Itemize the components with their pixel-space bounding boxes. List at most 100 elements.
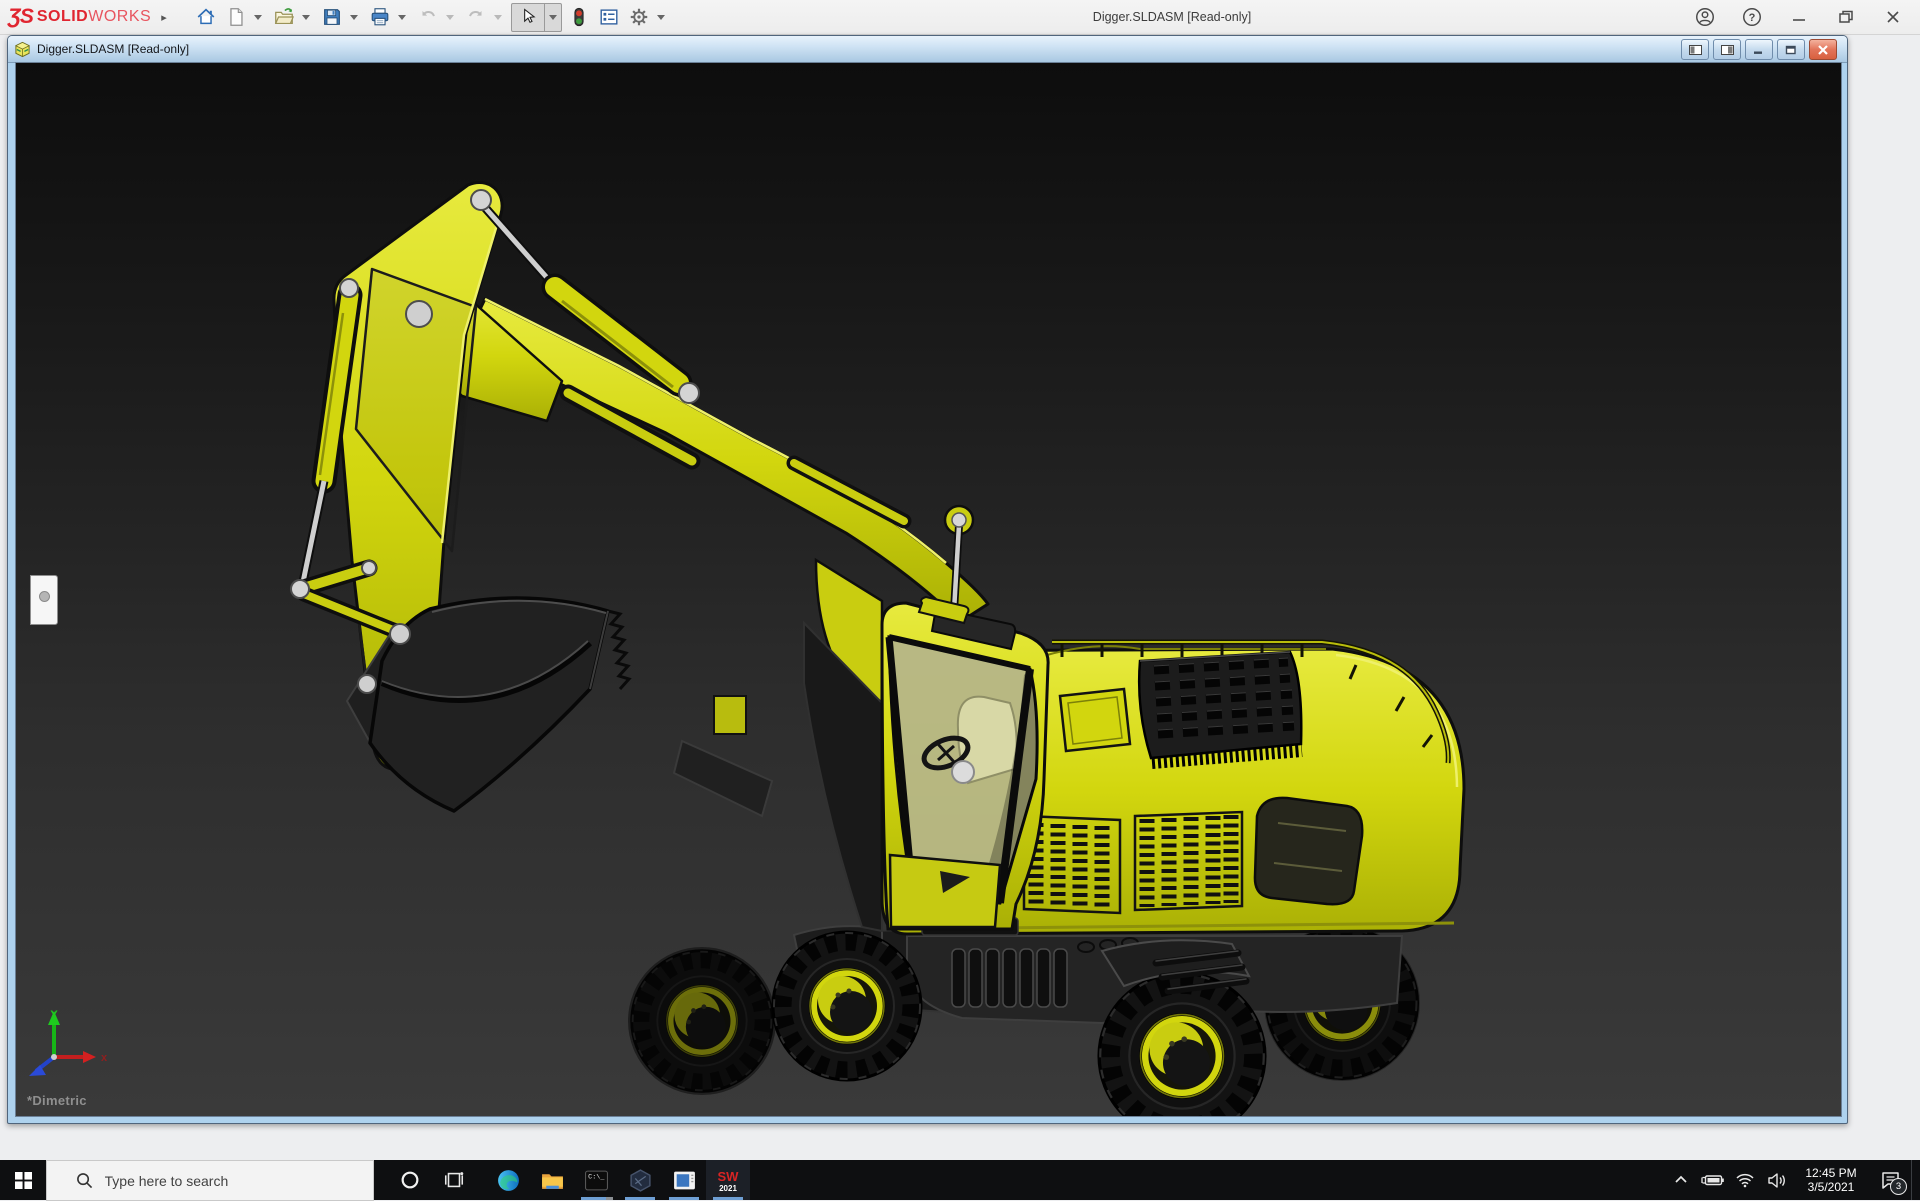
- taskbar-solidworks[interactable]: SW 2021: [706, 1160, 750, 1200]
- document-titlebar[interactable]: Digger.SLDASM [Read-only]: [8, 36, 1847, 63]
- taskbar-file-explorer[interactable]: [530, 1160, 574, 1200]
- search-icon: [76, 1172, 93, 1189]
- redo-dropdown: [494, 15, 502, 20]
- file-explorer-icon: [540, 1168, 565, 1193]
- battery-status[interactable]: [1697, 1160, 1729, 1200]
- undo-button[interactable]: [415, 4, 441, 30]
- solidworks-logo: ƷS SOLID WORKS ▸: [8, 5, 167, 29]
- command-prompt-icon: C:\_: [584, 1168, 609, 1193]
- pane-right-button[interactable]: [1713, 39, 1741, 60]
- home-button[interactable]: [193, 4, 219, 30]
- open-dropdown[interactable]: [302, 15, 310, 20]
- taskbar-window-app[interactable]: [662, 1160, 706, 1200]
- pane-left-icon: [1689, 45, 1702, 55]
- close-button[interactable]: [1880, 4, 1906, 30]
- doc-minimize-button[interactable]: [1745, 39, 1773, 60]
- options-dropdown[interactable]: [657, 15, 665, 20]
- show-desktop-button[interactable]: [1911, 1160, 1920, 1200]
- triad-x-label: x: [101, 1052, 108, 1064]
- redo-button[interactable]: [463, 4, 489, 30]
- cortana-button[interactable]: [388, 1160, 432, 1200]
- hexagon-app-icon: [628, 1168, 653, 1193]
- svg-text:2021: 2021: [719, 1184, 737, 1193]
- new-document-button[interactable]: [223, 4, 249, 30]
- brand-text-solid: SOLID: [37, 8, 88, 26]
- doc-close-button[interactable]: [1809, 39, 1837, 60]
- minimize-icon: [1790, 8, 1808, 26]
- minimize-button[interactable]: [1786, 4, 1812, 30]
- taskbar-command-prompt[interactable]: C:\_: [574, 1160, 618, 1200]
- chevron-up-icon: [1673, 1172, 1689, 1188]
- select-arrow-icon: [518, 7, 538, 27]
- wheel-front-near: [773, 932, 921, 1080]
- save-floppy-icon: [321, 6, 343, 28]
- pane-right-icon: [1721, 45, 1734, 55]
- wheel-rear-near: [1099, 973, 1265, 1116]
- battery-charging-icon: [1701, 1172, 1725, 1188]
- save-dropdown[interactable]: [350, 15, 358, 20]
- search-input[interactable]: [103, 1172, 357, 1190]
- brand-text-works: WORKS: [88, 8, 151, 26]
- hidden-icons-button[interactable]: [1665, 1160, 1697, 1200]
- print-button[interactable]: [367, 4, 393, 30]
- wifi-status[interactable]: [1729, 1160, 1761, 1200]
- pane-left-button[interactable]: [1681, 39, 1709, 60]
- display-pane-button[interactable]: [596, 4, 622, 30]
- doc-restore-icon: [1785, 45, 1797, 55]
- taskbar-edge[interactable]: [486, 1160, 530, 1200]
- select-tool-dropdown[interactable]: [544, 4, 561, 31]
- menu-flyout-arrow-icon[interactable]: ▸: [161, 11, 167, 24]
- new-document-icon: [225, 6, 247, 28]
- window-app-icon: [672, 1168, 697, 1193]
- print-dropdown[interactable]: [398, 15, 406, 20]
- taskbar-search[interactable]: [46, 1160, 374, 1201]
- svg-text:SW: SW: [718, 1169, 740, 1184]
- clock-time: 12:45 PM: [1797, 1166, 1865, 1180]
- selection-stoplight-button[interactable]: [566, 4, 592, 30]
- app-titlebar: ƷS SOLID WORKS ▸: [0, 0, 1920, 35]
- window-title: Digger.SLDASM [Read-only]: [1093, 0, 1251, 34]
- restore-button[interactable]: [1833, 4, 1859, 30]
- windows-logo-icon: [15, 1172, 32, 1189]
- select-tool-button[interactable]: [512, 4, 544, 30]
- start-button[interactable]: [0, 1160, 46, 1200]
- volume-icon: [1767, 1172, 1787, 1189]
- triad-y-label: Y: [50, 1009, 58, 1021]
- account-icon: [1694, 6, 1716, 28]
- taskbar-hexagon-app[interactable]: [618, 1160, 662, 1200]
- excavator-model: [16, 63, 1841, 1116]
- volume-status[interactable]: [1761, 1160, 1793, 1200]
- new-document-dropdown[interactable]: [254, 15, 262, 20]
- task-view-icon: [443, 1169, 465, 1191]
- restore-icon: [1837, 8, 1855, 26]
- quick-access-toolbar: [193, 3, 670, 32]
- account-button[interactable]: [1692, 4, 1718, 30]
- doc-close-icon: [1817, 45, 1829, 55]
- display-pane-icon: [598, 6, 620, 28]
- options-button[interactable]: [626, 4, 652, 30]
- doc-restore-button[interactable]: [1777, 39, 1805, 60]
- doc-minimize-icon: [1753, 45, 1765, 55]
- open-folder-icon: [273, 6, 295, 28]
- edge-icon: [496, 1168, 521, 1193]
- clock-date: 3/5/2021: [1797, 1180, 1865, 1194]
- open-button[interactable]: [271, 4, 297, 30]
- close-icon: [1884, 8, 1902, 26]
- taskbar-clock[interactable]: 12:45 PM 3/5/2021: [1797, 1166, 1865, 1194]
- action-center-button[interactable]: 3: [1869, 1160, 1911, 1200]
- wifi-icon: [1735, 1172, 1755, 1188]
- orientation-triad: Y x: [26, 1005, 112, 1085]
- notification-count-badge: 3: [1890, 1178, 1907, 1195]
- help-button[interactable]: ?: [1739, 4, 1765, 30]
- graphics-viewport[interactable]: Y x *Dimetric: [15, 62, 1842, 1117]
- window-controls: ?: [1692, 0, 1906, 34]
- task-view-button[interactable]: [432, 1160, 476, 1200]
- redo-icon: [465, 6, 487, 28]
- help-icon: ?: [1741, 6, 1763, 28]
- save-button[interactable]: [319, 4, 345, 30]
- svg-text:?: ?: [1749, 12, 1756, 24]
- feature-panel-collapse-tab[interactable]: [30, 575, 58, 625]
- gear-icon: [628, 6, 650, 28]
- document-window-buttons: [1681, 39, 1837, 60]
- svg-text:C:\_: C:\_: [588, 1173, 605, 1181]
